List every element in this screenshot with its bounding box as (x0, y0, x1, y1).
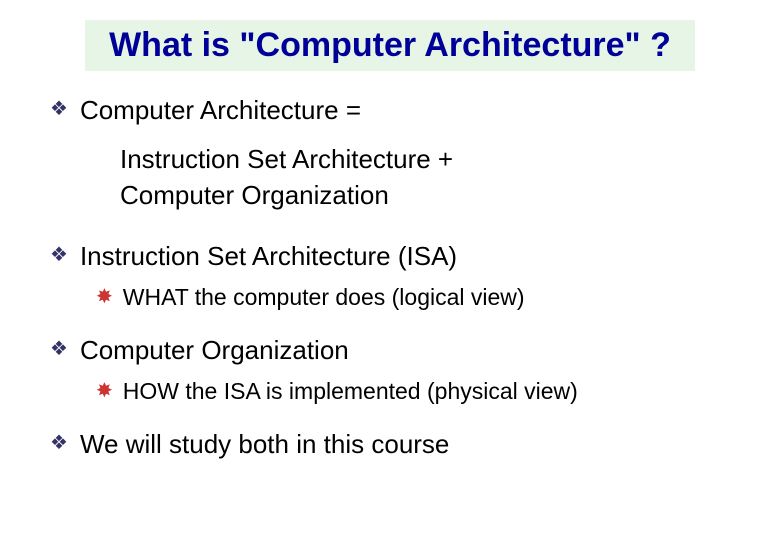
sub-bullet-text: WHAT the computer does (logical view) (123, 283, 525, 311)
bullet-text: Computer Architecture = (80, 93, 361, 127)
bullet-item: ❖ We will study both in this course (50, 427, 730, 461)
diamond-icon: ❖ (50, 239, 68, 271)
slide-title-box: What is "Computer Architecture" ? (85, 20, 695, 71)
bullet-item: ❖ Instruction Set Architecture (ISA) (50, 239, 730, 273)
bullet-text: Computer Organization (80, 333, 349, 367)
diamond-icon: ❖ (50, 333, 68, 365)
slide-title: What is "Computer Architecture" ? (109, 26, 671, 65)
diamond-icon: ❖ (50, 93, 68, 125)
sub-bullet-item: ✸ WHAT the computer does (logical view) (96, 283, 730, 311)
bullet-text: We will study both in this course (80, 427, 449, 461)
sub-bullet-item: ✸ HOW the ISA is implemented (physical v… (96, 377, 730, 405)
bullet-item: ❖ Computer Organization (50, 333, 730, 367)
star-icon: ✸ (96, 377, 113, 405)
indent-line: Computer Organization (120, 177, 730, 213)
diamond-icon: ❖ (50, 427, 68, 459)
sub-bullet-text: HOW the ISA is implemented (physical vie… (123, 377, 578, 405)
bullet-item: ❖ Computer Architecture = (50, 93, 730, 127)
bullet-text: Instruction Set Architecture (ISA) (80, 239, 457, 273)
indent-block: Instruction Set Architecture + Computer … (120, 141, 730, 213)
star-icon: ✸ (96, 283, 113, 311)
indent-line: Instruction Set Architecture + (120, 141, 730, 177)
